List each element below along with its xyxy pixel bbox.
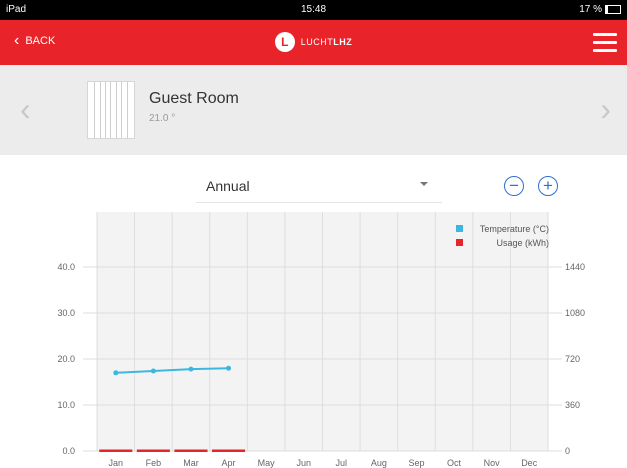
- hamburger-menu-icon[interactable]: [593, 33, 617, 53]
- temperature-point: [226, 365, 232, 371]
- room-temperature: 21.0 °: [149, 113, 176, 124]
- battery-percent: 17 %: [579, 4, 602, 15]
- temperature-point: [113, 370, 119, 376]
- period-value: Annual: [206, 178, 250, 194]
- y-right-tick-label: 720: [565, 354, 580, 364]
- y-left-tick-label: 10.0: [57, 400, 75, 410]
- next-room-button[interactable]: ›: [600, 93, 611, 125]
- x-tick-label: Jan: [109, 458, 124, 468]
- y-right-tick-label: 360: [565, 400, 580, 410]
- x-tick-label: Aug: [371, 458, 387, 468]
- y-left-tick-label: 30.0: [57, 308, 75, 318]
- x-tick-label: Mar: [183, 458, 199, 468]
- dropdown-caret-icon: [420, 182, 428, 186]
- temperature-point: [150, 368, 156, 374]
- brand-name: LUCHT: [300, 37, 334, 47]
- x-tick-label: Apr: [222, 458, 236, 468]
- usage-bar: [174, 449, 208, 452]
- x-tick-label: Sep: [408, 458, 424, 468]
- y-right-tick-label: 1440: [565, 262, 585, 272]
- brand-suffix: LHZ: [333, 37, 353, 47]
- battery-icon: [605, 5, 621, 14]
- x-tick-label: May: [258, 458, 276, 468]
- x-tick-label: Feb: [146, 458, 162, 468]
- legend-swatch: [456, 239, 463, 246]
- battery-indicator: 17 %: [579, 4, 621, 15]
- y-right-tick-label: 1080: [565, 308, 585, 318]
- x-tick-label: Nov: [484, 458, 501, 468]
- legend-entry: Temperature (°C): [480, 224, 549, 234]
- clock: 15:48: [300, 4, 327, 15]
- zoom-in-icon[interactable]: +: [538, 176, 558, 196]
- status-bar: iPad 15:48 17 %: [0, 0, 627, 20]
- radiator-icon: [87, 81, 135, 139]
- legend-swatch: [456, 225, 463, 232]
- brand-logo: L LUCHTLHZ: [0, 32, 627, 52]
- usage-chart: 40.0 1440 30.0 1080 20.0 720 10.0 360 0.0 0 Jan Feb…: [57, 212, 585, 468]
- y-right-tick-label: 0: [565, 446, 570, 456]
- room-selector: ‹ Guest Room 21.0 ° ›: [0, 65, 627, 155]
- period-select[interactable]: Annual: [196, 170, 442, 203]
- brand-logo-icon: L: [274, 32, 295, 52]
- x-tick-label: Jul: [336, 458, 348, 468]
- room-name: Guest Room: [149, 90, 239, 107]
- zoom-out-icon[interactable]: −: [504, 176, 524, 196]
- x-tick-label: Dec: [521, 458, 538, 468]
- previous-room-button[interactable]: ‹: [20, 93, 31, 125]
- usage-bar: [99, 449, 133, 452]
- usage-bar: [136, 449, 170, 452]
- x-tick-label: Oct: [447, 458, 462, 468]
- legend-entry: Usage (kWh): [496, 238, 549, 248]
- temperature-point: [188, 366, 194, 372]
- y-left-tick-label: 0.0: [62, 446, 75, 456]
- brand-text: LUCHTLHZ: [301, 37, 353, 47]
- y-left-tick-label: 40.0: [57, 262, 75, 272]
- app-header: ‹ BACK L LUCHTLHZ: [0, 20, 627, 65]
- usage-bar: [212, 449, 246, 452]
- y-left-tick-label: 20.0: [57, 354, 75, 364]
- x-tick-label: Jun: [296, 458, 311, 468]
